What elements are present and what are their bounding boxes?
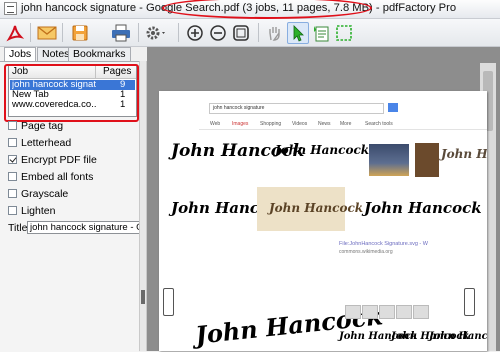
arrow-icon[interactable] <box>287 22 309 44</box>
menu-item: Web <box>210 121 221 127</box>
checkbox-box[interactable] <box>8 155 17 164</box>
toolbar-separator <box>138 23 139 42</box>
photo-thumbnail <box>415 143 439 177</box>
checkbox-label: Grayscale <box>21 188 69 200</box>
toolbar-separator <box>30 23 31 42</box>
print-icon[interactable] <box>110 22 132 44</box>
title-input[interactable]: john hancock signature - Goo <box>27 221 141 234</box>
menu-item: Videos <box>292 121 308 127</box>
mini-thumbnail <box>362 305 378 319</box>
checkbox-label: Letterhead <box>21 137 72 149</box>
search-query-box: john hancock signature <box>209 103 384 114</box>
checkbox-box[interactable] <box>8 121 17 130</box>
signature-image: John Hancock <box>364 199 482 217</box>
mini-thumbnail <box>379 305 395 319</box>
mini-thumbnail <box>345 305 361 319</box>
fit-page-icon[interactable] <box>230 22 252 44</box>
checkbox-label: Page tag <box>21 120 64 132</box>
mini-thumbnail <box>396 305 412 319</box>
menu-item: More <box>340 121 352 127</box>
menu-item: Search tools <box>365 121 393 127</box>
email-icon[interactable] <box>36 22 58 44</box>
marquee-icon[interactable] <box>333 22 355 44</box>
title-bar: john hancock signature - Google Search.p… <box>0 0 500 19</box>
panel-splitter[interactable] <box>139 61 147 351</box>
result-source: commons.wikimedia.org <box>339 249 393 255</box>
scroll-right-icon <box>464 288 475 316</box>
search-menu: Web Images Shopping Videos News More Sea… <box>210 121 460 129</box>
tab-bookmarks[interactable]: Bookmarks <box>68 47 131 61</box>
zoom-in-icon[interactable] <box>184 22 206 44</box>
signature-image: John Hancock <box>275 143 370 157</box>
signature-image: John Hancock <box>441 147 487 161</box>
scroll-left-icon <box>163 288 174 316</box>
checkbox-box[interactable] <box>8 172 17 181</box>
tab-jobs[interactable]: Jobs <box>4 47 37 62</box>
divider <box>199 129 487 130</box>
checkbox-box[interactable] <box>8 138 17 147</box>
checkbox-box[interactable] <box>8 206 17 215</box>
checkbox-label: Encrypt PDF file <box>21 154 97 166</box>
mini-thumbnail <box>413 305 429 319</box>
zoom-out-icon[interactable] <box>207 22 229 44</box>
checkbox-box[interactable] <box>8 189 17 198</box>
gear-icon[interactable] <box>143 22 169 44</box>
signature-image: John Hancock <box>269 201 364 215</box>
toolbar-separator <box>178 23 179 42</box>
hand-icon[interactable] <box>264 22 286 44</box>
pdf-page-preview: john hancock signature Web Images Shoppi… <box>159 91 487 351</box>
signature-image: John Hancock <box>429 331 487 342</box>
checkbox-label: Lighten <box>21 205 56 217</box>
photo-thumbnail <box>369 144 409 176</box>
menu-item: Images <box>232 121 249 127</box>
checkbox-label: Embed all fonts <box>21 171 94 183</box>
jobs-annotation-box <box>4 64 139 122</box>
app-icon <box>4 2 17 15</box>
preview-area[interactable]: john hancock signature Web Images Shoppi… <box>147 47 500 351</box>
title-annotation-circle <box>162 0 372 19</box>
collapse-arrow-icon[interactable] <box>141 290 145 304</box>
toolbar-separator <box>62 23 63 42</box>
toolbar-separator <box>258 23 259 42</box>
pdf-icon[interactable] <box>4 22 26 44</box>
result-title: File:JohnHancock Signature.svg - W <box>339 241 428 247</box>
text-select-icon[interactable] <box>310 22 332 44</box>
search-button-icon <box>388 103 398 112</box>
save-icon[interactable] <box>69 22 91 44</box>
toolbar <box>0 19 500 47</box>
menu-item: News <box>318 121 331 127</box>
menu-item: Shopping <box>260 121 282 127</box>
left-panel: Job Pages john hancock signat... 9 New T… <box>0 61 141 352</box>
